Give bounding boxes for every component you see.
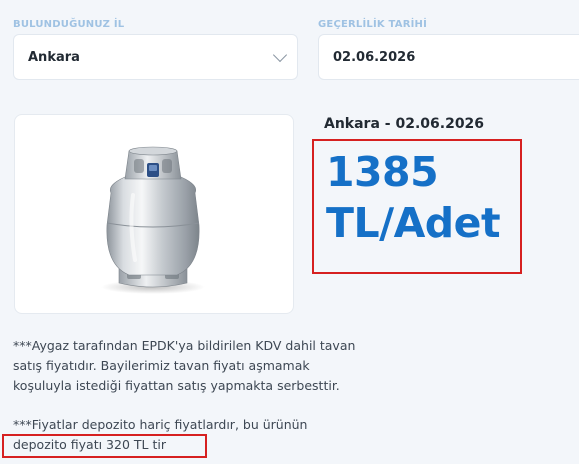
city-label: BULUNDUĞUNUZ İL <box>13 19 125 30</box>
price-page: BULUNDUĞUNUZ İL GEÇERLİLİK TARİHİ Ankara… <box>0 0 579 464</box>
product-image-card <box>14 114 294 314</box>
price-value: 1385 <box>326 148 439 196</box>
city-select-value: Ankara <box>28 49 80 65</box>
price-note-line: koşuluyla istediği fiyattan satış yapmak… <box>13 378 340 393</box>
price-highlight-box: 1385 TL/Adet <box>312 139 522 274</box>
price-heading: Ankara - 02.06.2026 <box>324 116 485 132</box>
price-note-line: ***Aygaz tarafından EPDK'ya bildirilen K… <box>13 338 356 353</box>
deposit-highlight-box <box>2 434 207 458</box>
date-label: GEÇERLİLİK TARİHİ <box>318 19 428 30</box>
city-select[interactable]: Ankara <box>13 34 298 80</box>
price-unit: TL/Adet <box>326 199 501 247</box>
gas-cylinder-icon <box>101 146 205 294</box>
date-field-value: 02.06.2026 <box>333 49 416 65</box>
price-note: ***Aygaz tarafından EPDK'ya bildirilen K… <box>13 336 373 396</box>
deposit-note-line: ***Fiyatlar depozito hariç fiyatlardır, … <box>13 417 308 432</box>
date-field[interactable]: 02.06.2026 <box>318 34 579 80</box>
chevron-down-icon <box>272 47 288 63</box>
price-note-line: satış fiyatıdır. Bayilerimiz tavan fiyat… <box>13 358 310 373</box>
